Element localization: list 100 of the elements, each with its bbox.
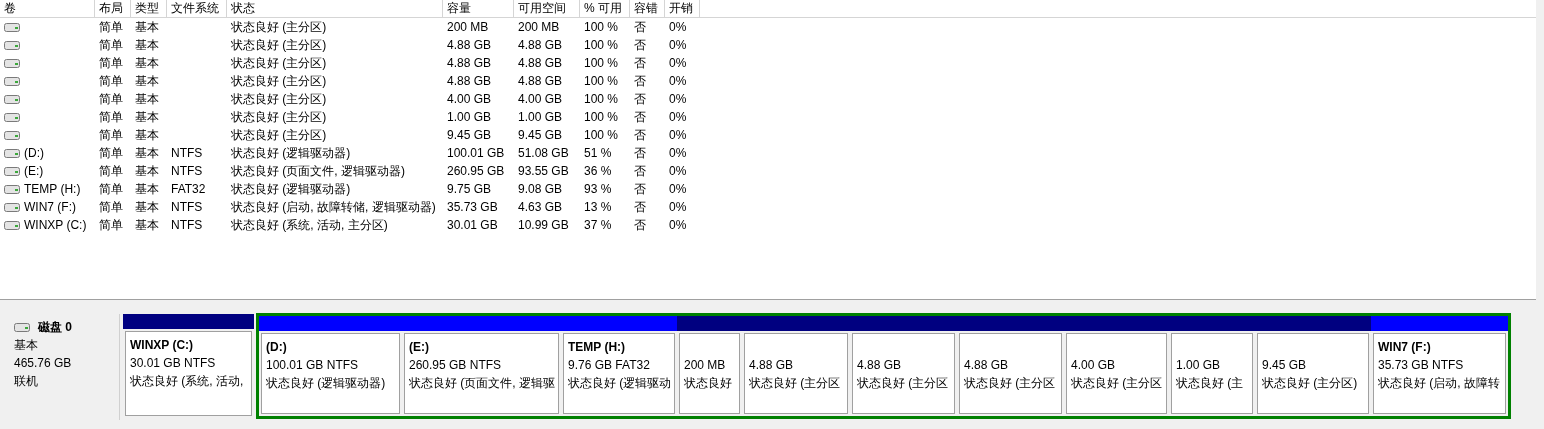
partition-size: 35.73 GB NTFS xyxy=(1378,357,1465,374)
table-cell-text: (E:) xyxy=(24,163,44,180)
table-cell-text: 0% xyxy=(669,19,687,36)
table-cell-text: 4.63 GB xyxy=(518,199,563,216)
table-cell-text: 1.00 GB xyxy=(447,109,492,126)
table-cell-text: WIN7 (F:) xyxy=(24,199,76,216)
partition-status: 状态良好 (主分区 xyxy=(964,375,1057,392)
table-cell-text: 基本 xyxy=(135,199,159,216)
disk-drive-icon xyxy=(4,148,20,158)
partition-status: 状态良好 (主分区) xyxy=(1262,375,1359,392)
table-cell-text: 0% xyxy=(669,163,687,180)
disk-drive-icon xyxy=(4,112,20,122)
disk-drive-icon xyxy=(4,220,20,230)
table-cell-text: 否 xyxy=(634,145,646,162)
partition-status: 状态良好 (主分区 xyxy=(1071,375,1162,392)
partition-block[interactable]: 1.00 GB 状态良好 (主 xyxy=(1171,333,1253,414)
table-cell-text: 简单 xyxy=(99,73,123,90)
partition-block[interactable]: 4.00 GB 状态良好 (主分区 xyxy=(1066,333,1167,414)
table-cell-text: 100.01 GB xyxy=(447,145,505,162)
table-cell-text: 状态良好 (页面文件, 逻辑驱动器) xyxy=(231,163,405,180)
table-cell-text: 状态良好 (系统, 活动, 主分区) xyxy=(231,217,388,234)
table-cell-text: 状态良好 (主分区) xyxy=(231,91,327,108)
partition-size: 100.01 GB NTFS xyxy=(266,357,360,374)
table-cell-text: 0% xyxy=(669,217,687,234)
table-cell-text: 状态良好 (主分区) xyxy=(231,127,327,144)
table-cell-text: 9.08 GB xyxy=(518,181,563,198)
partition-status: 状态良好 (逻辑驱动 xyxy=(568,375,670,392)
partition-label: WIN7 (F:) xyxy=(1378,339,1432,356)
table-cell-text: 0% xyxy=(669,145,687,162)
partition-label: TEMP (H:) xyxy=(568,339,627,356)
disk-drive-icon xyxy=(4,202,20,212)
table-cell-text: 否 xyxy=(634,55,646,72)
table-cell-text: 36 % xyxy=(584,163,612,180)
partition-block[interactable]: (D:) 100.01 GB NTFS 状态良好 (逻辑驱动器) xyxy=(261,333,400,414)
table-cell-text: FAT32 xyxy=(171,181,206,198)
partition-size: 9.76 GB FAT32 xyxy=(568,357,651,374)
partition-block[interactable]: 4.88 GB 状态良好 (主分区 xyxy=(852,333,955,414)
table-cell-text: 0% xyxy=(669,73,687,90)
table-cell-text: 4.88 GB xyxy=(447,73,492,90)
partition-status: 状态良好 (逻辑驱动器) xyxy=(266,375,387,392)
table-cell-text: 9.45 GB xyxy=(447,127,492,144)
partition-block[interactable]: 9.45 GB 状态良好 (主分区) xyxy=(1257,333,1369,414)
partition-block[interactable]: (E:) 260.95 GB NTFS 状态良好 (页面文件, 逻辑驱 xyxy=(404,333,559,414)
table-cell-text: NTFS xyxy=(171,163,203,180)
table-cell-text: 0% xyxy=(669,127,687,144)
table-cell-text: 简单 xyxy=(99,217,123,234)
table-cell-text: 0% xyxy=(669,181,687,198)
table-cell-text: 简单 xyxy=(99,181,123,198)
table-cell-text: 状态良好 (主分区) xyxy=(231,73,327,90)
table-cell-text: 简单 xyxy=(99,163,123,180)
table-cell-text: 0% xyxy=(669,91,687,108)
disk-drive-icon xyxy=(4,40,20,50)
table-cell-text: 100 % xyxy=(584,19,619,36)
table-cell-text: 否 xyxy=(634,127,646,144)
table-cell-text: 状态良好 (主分区) xyxy=(231,55,327,72)
table-cell-text: 4.88 GB xyxy=(518,37,563,54)
partition-block[interactable]: 4.88 GB 状态良好 (主分区 xyxy=(959,333,1062,414)
column-header[interactable]: 状态 xyxy=(227,0,443,17)
partition-size: 4.88 GB xyxy=(749,357,795,374)
table-cell-text: 基本 xyxy=(135,73,159,90)
table-cell-text: 基本 xyxy=(135,37,159,54)
table-cell-text: 基本 xyxy=(135,145,159,162)
partition-block[interactable]: 4.88 GB 状态良好 (主分区 xyxy=(744,333,848,414)
partition-label: (E:) xyxy=(409,339,430,356)
table-cell-text: 简单 xyxy=(99,127,123,144)
table-cell-text: 基本 xyxy=(135,109,159,126)
partition-size: 9.45 GB xyxy=(1262,357,1308,374)
disk-drive-icon xyxy=(4,130,20,140)
disk-name: 磁盘 0 xyxy=(38,319,72,336)
table-cell-text: 否 xyxy=(634,91,646,108)
table-cell-text: 简单 xyxy=(99,199,123,216)
table-cell-text: TEMP (H:) xyxy=(24,181,81,198)
partition-size: 200 MB xyxy=(684,357,727,374)
table-cell-text: 0% xyxy=(669,109,687,126)
partition-size: 4.00 GB xyxy=(1071,357,1117,374)
table-cell-text: 200 MB xyxy=(447,19,489,36)
table-cell-text: 0% xyxy=(669,37,687,54)
table-cell-text: (D:) xyxy=(24,145,44,162)
table-cell-text: 否 xyxy=(634,217,646,234)
partition-block[interactable]: WIN7 (F:) 35.73 GB NTFS 状态良好 (启动, 故障转 xyxy=(1373,333,1506,414)
partition-block[interactable]: TEMP (H:) 9.76 GB FAT32 状态良好 (逻辑驱动 xyxy=(563,333,675,414)
partition-block[interactable]: 200 MB 状态良好 xyxy=(679,333,740,414)
table-cell-text: 13 % xyxy=(584,199,612,216)
table-cell-text: 93.55 GB xyxy=(518,163,569,180)
table-cell-text: 简单 xyxy=(99,145,123,162)
partition-block[interactable]: WINXP (C:) 30.01 GB NTFS 状态良好 (系统, 活动, xyxy=(125,331,252,416)
table-cell-text: 否 xyxy=(634,73,646,90)
table-cell-text: 否 xyxy=(634,163,646,180)
table-cell-text: 基本 xyxy=(135,91,159,108)
table-cell-text: 基本 xyxy=(135,217,159,234)
table-cell-text: 260.95 GB xyxy=(447,163,505,180)
table-cell-text: NTFS xyxy=(171,145,203,162)
disk-type: 基本 xyxy=(14,337,39,354)
disk-drive-icon xyxy=(4,184,20,194)
disk-drive-icon xyxy=(4,58,20,68)
table-cell-text: 1.00 GB xyxy=(518,109,563,126)
table-cell-text: 4.00 GB xyxy=(518,91,563,108)
partition-size: 4.88 GB xyxy=(964,357,1010,374)
partition-size: 30.01 GB NTFS xyxy=(130,355,217,372)
table-cell-text: 基本 xyxy=(135,55,159,72)
